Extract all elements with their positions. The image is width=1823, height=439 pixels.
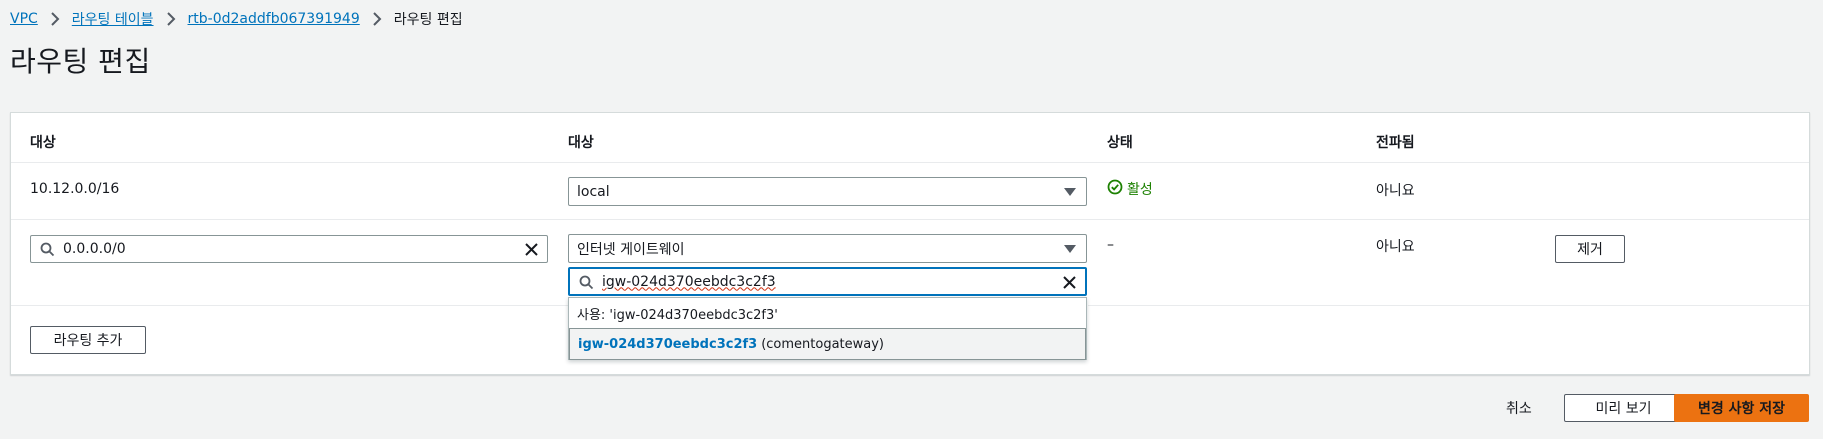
add-route-button[interactable]: 라우팅 추가 — [30, 326, 146, 354]
chevron-right-icon — [38, 11, 72, 27]
caret-down-icon — [1064, 245, 1076, 253]
divider — [11, 219, 1809, 220]
igw-id: igw-024d370eebdc3c2f3 — [578, 336, 758, 352]
propagated-value: 아니요 — [1376, 183, 1415, 199]
breadcrumb-link-route-table-id[interactable]: rtb-0d2addfb067391949 — [188, 11, 360, 27]
cancel-button[interactable]: 취소 — [1506, 398, 1532, 418]
chevron-right-icon — [154, 11, 188, 27]
dropdown-option-use-value[interactable]: 사용: 'igw-024d370eebdc3c2f3' — [569, 298, 1086, 328]
search-icon — [579, 275, 594, 294]
breadcrumb-link-route-tables[interactable]: 라우팅 테이블 — [72, 9, 154, 29]
remove-button[interactable]: 제거 — [1555, 235, 1625, 263]
breadcrumb: VPC 라우팅 테이블 rtb-0d2addfb067391949 라우팅 편집 — [10, 9, 463, 29]
caret-down-icon — [1064, 188, 1076, 196]
status-label: 활성 — [1127, 182, 1153, 198]
breadcrumb-current: 라우팅 편집 — [393, 12, 463, 28]
target-search-value: igw-024d370eebdc3c2f3 — [602, 273, 776, 290]
check-circle-icon — [1107, 179, 1123, 199]
divider — [11, 305, 568, 306]
dropdown-option-igw[interactable]: igw-024d370eebdc3c2f3 (comentogateway) — [569, 328, 1086, 360]
target-select[interactable]: 인터넷 게이트웨이 — [568, 234, 1087, 263]
status-badge: 활성 — [1107, 179, 1153, 199]
target-dropdown-list: 사용: 'igw-024d370eebdc3c2f3' igw-024d370e… — [568, 297, 1087, 360]
clear-icon[interactable] — [524, 242, 539, 261]
clear-icon[interactable] — [1062, 275, 1077, 294]
status-value: – — [1107, 237, 1114, 253]
propagated-value: 아니요 — [1376, 239, 1415, 255]
column-header-destination: 대상 — [30, 135, 56, 151]
target-select-value: 인터넷 게이트웨이 — [577, 241, 685, 258]
column-header-status: 상태 — [1107, 135, 1133, 151]
preview-button[interactable]: 미리 보기 — [1564, 394, 1683, 422]
breadcrumb-link-vpc[interactable]: VPC — [10, 11, 38, 27]
column-header-target: 대상 — [568, 135, 594, 151]
target-select[interactable]: local — [568, 177, 1087, 206]
save-changes-button[interactable]: 변경 사항 저장 — [1674, 394, 1809, 422]
destination-input[interactable]: 0.0.0.0/0 — [30, 235, 548, 263]
chevron-right-icon — [360, 11, 394, 27]
route-destination: 10.12.0.0/16 — [30, 181, 120, 197]
column-header-propagated: 전파됨 — [1376, 135, 1415, 151]
target-search-input[interactable]: igw-024d370eebdc3c2f3 — [568, 267, 1087, 296]
search-icon — [40, 242, 55, 261]
destination-input-value: 0.0.0.0/0 — [63, 241, 126, 257]
igw-name: (comentogateway) — [761, 336, 885, 352]
divider — [11, 162, 1809, 163]
target-select-value: local — [577, 183, 610, 200]
page-title: 라우팅 편집 — [10, 45, 151, 78]
divider — [1088, 305, 1809, 306]
